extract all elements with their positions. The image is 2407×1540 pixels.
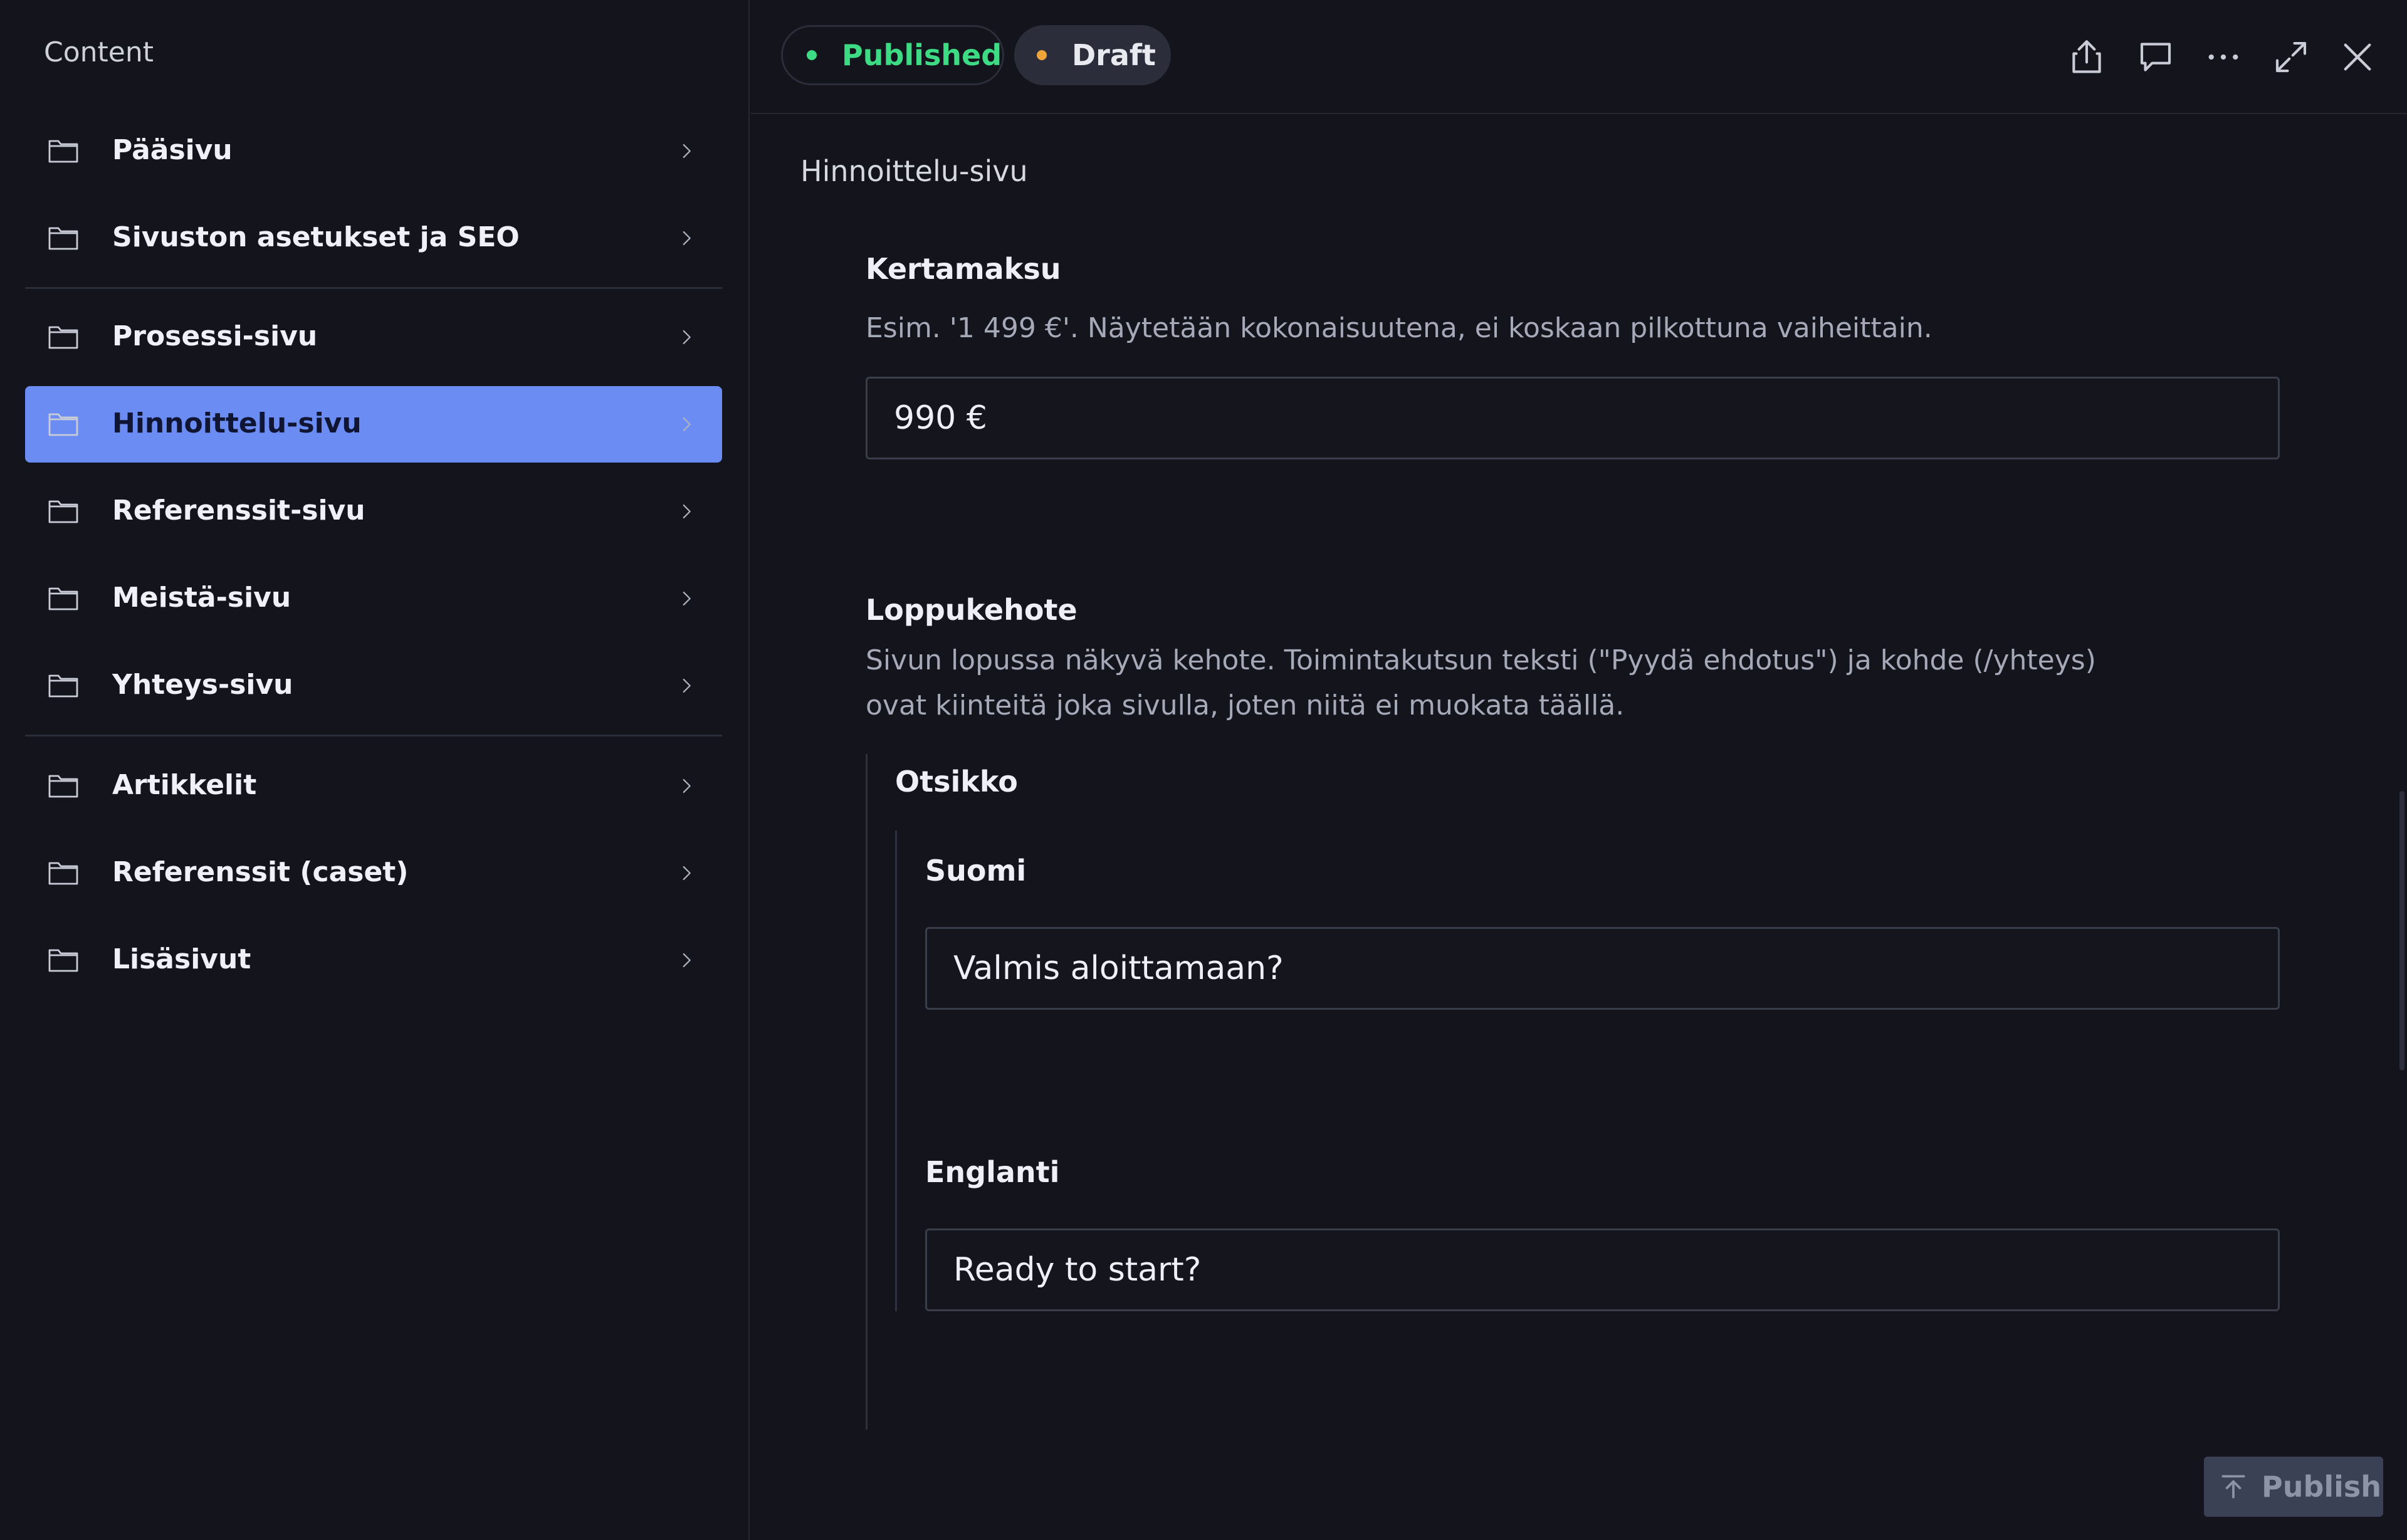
publish-button[interactable]: Publish [2204, 1457, 2383, 1517]
sidebar-item-label: Lisäsivut [112, 943, 251, 975]
kertamaksu-label: Kertamaksu [866, 252, 1061, 286]
publish-label: Publish [2262, 1470, 2382, 1504]
sidebar-item-meistä-sivu[interactable]: Meistä-sivu [25, 560, 722, 637]
locale-nesting-line [895, 830, 897, 1311]
draft-tab[interactable]: Draft [1014, 25, 1171, 85]
suomi-input[interactable]: Valmis aloittamaan? [925, 927, 2280, 1010]
englanti-label: Englanti [925, 1155, 1060, 1189]
folder-icon [48, 862, 78, 885]
chevron-right-icon [683, 591, 691, 606]
published-tab[interactable]: Published [781, 25, 1004, 85]
nav-divider [25, 735, 722, 736]
chevron-right-icon [683, 144, 691, 159]
kertamaksu-input[interactable]: 990 € [866, 377, 2280, 459]
nav-group-2: Prosessi-sivu Hinnoittelu-sivu Referenssit… [25, 299, 722, 735]
sidebar-item-prosessi-sivu[interactable]: Prosessi-sivu [25, 299, 722, 375]
studio-app: Content Pääsivu Sivuston asetukset ja SEO… [0, 0, 2407, 1540]
sidebar-item-label: Artikkelit [112, 769, 257, 801]
folder-icon [48, 587, 78, 610]
kertamaksu-description: Esim. '1 499 €'. Näytetään kokonaisuuten… [866, 312, 1932, 344]
sidebar-item-pääsivu[interactable]: Pääsivu [25, 113, 722, 189]
englanti-input[interactable]: Ready to start? [925, 1228, 2280, 1311]
published-dot-icon [807, 50, 817, 60]
suomi-label: Suomi [925, 854, 1027, 888]
sidebar-item-yhteys-sivu[interactable]: Yhteys-sivu [25, 647, 722, 724]
sidebar-item-label: Sivuston asetukset ja SEO [112, 221, 520, 253]
sidebar-item-lisäsivut[interactable]: Lisäsivut [25, 922, 722, 998]
loppukehote-label: Loppukehote [866, 593, 1078, 627]
nav-group-1: Pääsivu Sivuston asetukset ja SEO [25, 113, 722, 287]
sidebar-item-label: Yhteys-sivu [112, 669, 293, 701]
draft-label: Draft [1072, 38, 1156, 72]
sidebar-item-label: Prosessi-sivu [112, 320, 318, 352]
sidebar-item-artikkelit[interactable]: Artikkelit [25, 748, 722, 824]
expand-icon[interactable] [2270, 36, 2312, 78]
sidebar-item-label: Referenssit-sivu [112, 495, 365, 526]
document-title: Hinnoittelu-sivu [800, 154, 1028, 188]
folder-icon [48, 140, 78, 163]
document-toolbar: Published Draft [751, 0, 2407, 114]
loppukehote-description-line1: Sivun lopussa näkyvä kehote. Toimintakut… [866, 644, 2096, 676]
folder-icon [48, 674, 78, 698]
nav-group-3: Artikkelit Referenssit (caset) Lisäsivut [25, 748, 722, 1009]
chevron-right-icon [683, 231, 691, 246]
editor-scrollbar[interactable] [2399, 791, 2404, 1071]
chevron-right-icon [683, 504, 691, 519]
folder-icon [48, 775, 78, 798]
sidebar-item-label: Meistä-sivu [112, 582, 291, 614]
folder-icon [48, 227, 78, 250]
comment-icon[interactable] [2135, 36, 2176, 78]
sidebar-item-sivuston-asetukset-ja-seo[interactable]: Sivuston asetukset ja SEO [25, 200, 722, 276]
folder-icon [48, 949, 78, 972]
folder-icon [48, 500, 78, 523]
chevron-right-icon [683, 330, 691, 345]
loppukehote-description-line2: ovat kiinteitä joka sivulla, joten niitä… [866, 689, 1625, 721]
content-sidebar: Content Pääsivu Sivuston asetukset ja SEO… [0, 0, 750, 1540]
sidebar-item-label: Pääsivu [112, 134, 233, 166]
folder-icon [48, 326, 78, 349]
sidebar-item-label: Hinnoittelu-sivu [112, 407, 362, 439]
folder-icon [48, 413, 78, 436]
close-icon[interactable] [2337, 36, 2378, 78]
published-label: Published [842, 38, 1002, 72]
draft-dot-icon [1037, 50, 1047, 60]
sidebar-item-label: Referenssit (caset) [112, 856, 409, 888]
chevron-right-icon [683, 678, 691, 693]
chevron-right-icon [683, 953, 691, 968]
sidebar-item-referenssit-sivu[interactable]: Referenssit-sivu [25, 473, 722, 550]
document-editor: Published Draft Hinnoittelu-sivu Kertama… [751, 0, 2407, 1540]
chevron-right-icon [683, 417, 691, 432]
sidebar-item-referenssit-caset[interactable]: Referenssit (caset) [25, 835, 722, 911]
sidebar-item-hinnoittelu-sivu[interactable]: Hinnoittelu-sivu [25, 386, 722, 463]
object-nesting-line [866, 754, 868, 1430]
sidebar-title: Content [44, 36, 154, 68]
more-icon[interactable] [2203, 36, 2244, 78]
nav-divider [25, 287, 722, 289]
chevron-right-icon [683, 866, 691, 881]
chevron-right-icon [683, 778, 691, 794]
share-icon[interactable] [2066, 36, 2107, 78]
otsikko-label: Otsikko [895, 765, 1018, 799]
publish-icon [2221, 1475, 2245, 1499]
